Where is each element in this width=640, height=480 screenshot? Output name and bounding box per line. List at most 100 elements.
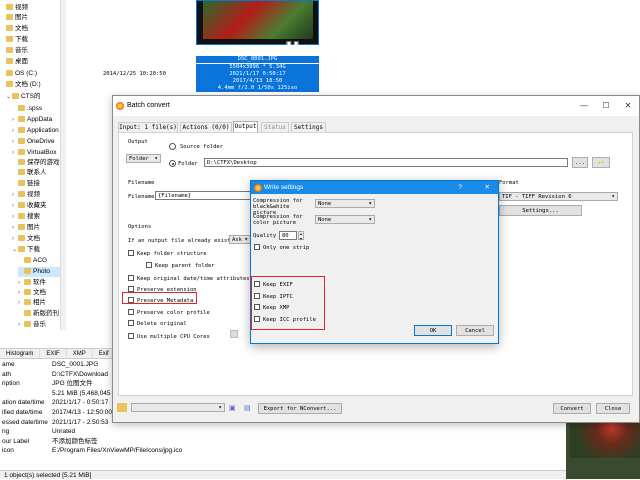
property-key: essed date/time (2, 418, 48, 426)
save-icon[interactable]: ▣ (229, 404, 236, 412)
convert-button[interactable]: Convert (553, 403, 591, 414)
export-nconvert-button[interactable]: Export for NConvert... (258, 403, 342, 414)
folder-radio[interactable] (169, 160, 176, 167)
minimize-icon[interactable]: — (573, 96, 595, 116)
folder-icon (12, 93, 19, 100)
bw-compression-select[interactable]: None (315, 199, 375, 208)
ok-button[interactable]: OK (414, 325, 452, 336)
folder-open-icon[interactable] (117, 403, 127, 412)
one-strip-label: Only one strip (263, 245, 310, 251)
properties-tab[interactable]: XMP (67, 349, 93, 359)
option-checkbox[interactable] (128, 333, 134, 339)
one-strip-checkbox[interactable] (254, 244, 260, 250)
tree-item-label: OS (C:) (15, 70, 38, 77)
tree-item[interactable]: 文档 (0, 24, 60, 34)
filename-input[interactable]: {Filename} (155, 191, 251, 200)
tree-item-label: 相片 (33, 299, 46, 306)
quality-spinner[interactable]: ▴ ▾ (298, 231, 304, 240)
tree-item-label: OneDrive (27, 138, 55, 145)
list-icon[interactable]: ▤ (244, 404, 251, 412)
tree-item[interactable]: › OneDrive (12, 137, 60, 147)
cpu-slider[interactable] (230, 330, 238, 338)
option-checkbox[interactable] (146, 262, 152, 268)
tree-item[interactable]: 音乐 (0, 46, 60, 56)
tree-item[interactable]: › 软件 (18, 278, 60, 288)
tree-item-label: 图片 (15, 14, 28, 21)
property-value: 2021/1/17 - 0:50:17 (52, 399, 109, 407)
tree-item[interactable]: 图片 (0, 13, 60, 23)
tree-item[interactable]: › 文档 (18, 288, 60, 298)
dialog-close-icon[interactable]: ✕ (485, 181, 490, 194)
close-icon[interactable]: ✕ (617, 96, 639, 116)
folder-icon (18, 235, 25, 242)
batch-tab[interactable]: Settings (291, 122, 326, 132)
tree-item[interactable]: OS (C:) (0, 69, 60, 79)
dialog-logo-icon (254, 184, 262, 192)
tree-item[interactable]: 下载 (0, 35, 60, 45)
batch-tab[interactable]: Output (233, 121, 258, 132)
maximize-icon[interactable]: ☐ (595, 96, 617, 116)
tree-item[interactable]: 链接 (12, 179, 60, 189)
image-thumbnail[interactable] (196, 0, 319, 45)
option-checkbox[interactable] (128, 250, 134, 256)
tree-item-label: 音乐 (33, 321, 46, 328)
properties-tab[interactable]: EXIF (40, 349, 67, 359)
tree-item[interactable]: Photo (18, 267, 60, 277)
property-key: ng (2, 428, 10, 436)
folder-tree[interactable]: 视频 图片 文档 下载 音乐 桌面 OS (C:) 文档 (D:) ⌄ CTS的 .spss › App… (0, 0, 66, 330)
batch-tab[interactable]: Actions (0/0) (180, 122, 232, 132)
folder-icon (6, 58, 13, 65)
tree-item[interactable]: 保存的游戏 (12, 158, 60, 168)
tree-item[interactable]: › Application (12, 126, 60, 136)
tree-item-label: 下载 (15, 36, 28, 43)
tree-item[interactable]: 桌面 (0, 57, 60, 67)
folder-icon (18, 202, 25, 209)
tree-item[interactable]: › VirtualBox (12, 148, 60, 158)
tree-item[interactable]: ⌄ CTS的 (6, 92, 60, 102)
tree-item[interactable]: 视频 (0, 3, 60, 13)
tree-item[interactable]: › 文档 (12, 234, 60, 244)
favorites-button[interactable]: ★▾ (592, 157, 610, 168)
batch-tab[interactable]: Input: 1 file(s) (118, 122, 178, 132)
browse-button[interactable]: ... (572, 157, 588, 168)
format-select[interactable]: TIF - TIFF Revision 6 (499, 192, 618, 201)
option-checkbox[interactable] (128, 309, 134, 315)
folder-path-input[interactable]: D:\CTFX\Desktop (204, 158, 568, 167)
properties-tab[interactable]: Histogram (0, 349, 41, 359)
tree-item[interactable]: › 搜索 (12, 212, 60, 222)
batch-tab[interactable]: Status (261, 122, 289, 132)
format-settings-button[interactable]: Settings... (499, 205, 582, 216)
quality-input[interactable]: 80 (279, 231, 297, 240)
option-checkbox[interactable] (128, 320, 134, 326)
dialog-titlebar: Write settings ? ✕ (251, 181, 498, 194)
folder-icon (24, 289, 31, 296)
tree-item[interactable]: ⌄ 下载 (12, 245, 60, 255)
source-folder-radio[interactable] (169, 143, 176, 150)
property-value: D:\CTFX\Download (52, 370, 108, 378)
tree-item[interactable]: › 收藏夹 (12, 201, 60, 211)
folder-icon (6, 4, 13, 11)
tree-item[interactable]: ACG (18, 256, 60, 266)
close-button[interactable]: Close (596, 403, 630, 414)
property-value: E:/Program Files/XnViewMP/FileIcons/jpg.… (52, 447, 183, 455)
tree-item-label: Photo (33, 268, 50, 275)
tree-item[interactable]: 联系人 (12, 168, 60, 178)
tree-item[interactable]: › 图片 (12, 223, 60, 233)
exists-select[interactable]: Ask (229, 235, 251, 244)
tree-item[interactable]: › 相片 (18, 298, 60, 308)
option-checkbox[interactable] (128, 275, 134, 281)
tree-item[interactable]: › AppData (12, 115, 60, 125)
tree-item[interactable]: 新版药刊 (18, 309, 60, 319)
tree-item-label: VirtualBox (27, 149, 57, 156)
color-compression-select[interactable]: None (315, 215, 375, 224)
help-icon[interactable]: ? (458, 181, 462, 194)
folder-mode-select[interactable]: Folder (126, 154, 161, 163)
cancel-button[interactable]: Cancel (456, 325, 494, 336)
tree-item[interactable]: › 视频 (12, 190, 60, 200)
tree-item-label: Application (27, 127, 59, 134)
tree-item[interactable]: 文档 (D:) (0, 80, 60, 90)
tree-item[interactable]: › 音乐 (18, 320, 60, 330)
tree-item-label: 音乐 (15, 47, 28, 54)
tree-item[interactable]: .spss (12, 104, 60, 114)
preset-select[interactable] (131, 403, 225, 412)
